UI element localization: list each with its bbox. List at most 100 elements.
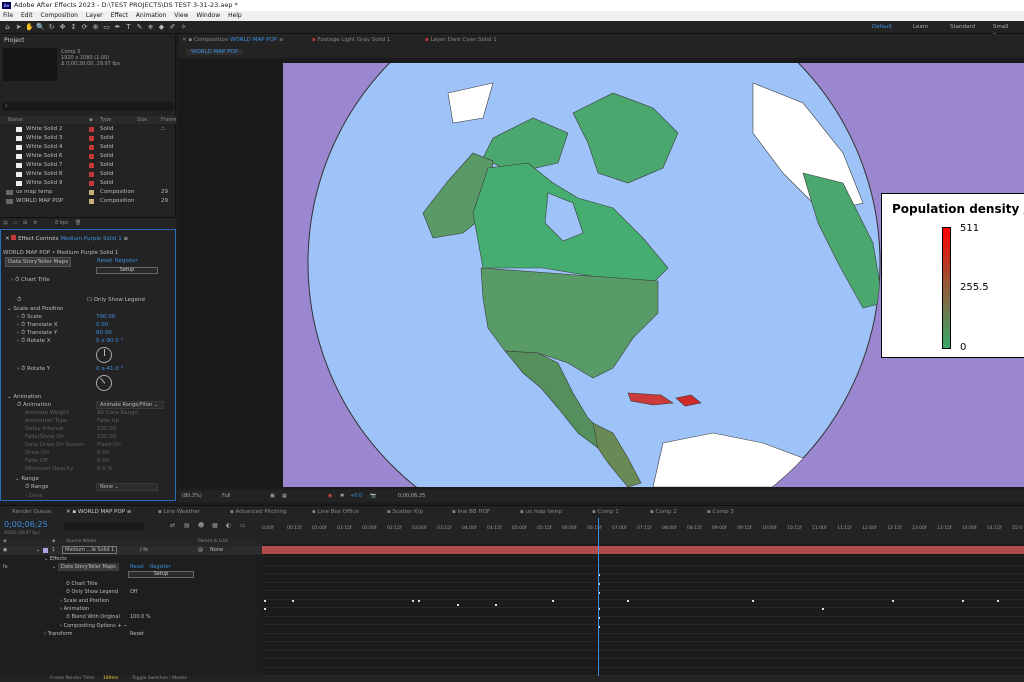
timeline-tracks[interactable] xyxy=(262,544,1024,676)
scale-position-group[interactable]: ⌄ Scale and Position xyxy=(7,305,63,313)
zoom-tool-icon[interactable]: 🔍 xyxy=(36,23,45,32)
column-frame[interactable]: Frame xyxy=(161,116,177,124)
pen-tool-icon[interactable]: ✒ xyxy=(113,23,122,32)
setup-button[interactable]: Setup xyxy=(128,571,194,578)
settings-icon[interactable]: ⚙ xyxy=(33,218,37,229)
effect-controls-tab[interactable]: ✕ Effect Controls Medium Purple Solid 1 … xyxy=(5,235,128,242)
register-link[interactable]: Register xyxy=(115,257,138,265)
column-size[interactable]: Size xyxy=(137,116,147,124)
menu-animation[interactable]: Animation xyxy=(136,12,167,19)
keyframe[interactable] xyxy=(552,600,554,602)
toggle-switches[interactable]: Toggle Switches / Modes xyxy=(132,676,187,682)
new-folder-icon[interactable]: ▭ xyxy=(13,218,18,229)
project-item[interactable]: White Solid 2 Solid ⛬ xyxy=(0,125,170,134)
parent-dropdown[interactable]: None xyxy=(208,546,232,554)
keyframe[interactable] xyxy=(752,600,754,602)
setup-button[interactable]: Setup xyxy=(96,267,158,274)
chart-title-group[interactable]: › ⏱ Chart Title xyxy=(11,276,50,284)
rotate-tool-icon[interactable]: ⟳ xyxy=(80,23,89,32)
stopwatch-icon[interactable]: ⏱ xyxy=(17,296,21,304)
register-link[interactable]: Register xyxy=(150,563,171,571)
zoom-dropdown[interactable]: (80.3%) xyxy=(182,490,202,502)
layer-row[interactable]: ◉ ⌄ 1 Medium ...le Solid 1 / fx @ None xyxy=(0,546,262,555)
interpret-footage-icon[interactable]: ▤ xyxy=(3,218,8,229)
tab-line-bb-hof[interactable]: ▪ line BB HOF xyxy=(452,509,490,515)
range-group[interactable]: ⌄ Range xyxy=(15,475,39,483)
keyframe[interactable] xyxy=(997,600,999,602)
tab-world-map-pop[interactable]: ✕ ▪ WORLD MAP POP ≡ xyxy=(66,509,131,515)
layer-duration-bar[interactable] xyxy=(262,546,1024,554)
current-timecode[interactable]: 0;00;06;25 xyxy=(4,520,48,529)
project-item[interactable]: us map temp Composition 29 xyxy=(0,188,170,197)
pan-behind-tool-icon[interactable]: ⊕ xyxy=(91,23,100,32)
snapshot-icon[interactable]: 📷 xyxy=(370,490,376,502)
project-item[interactable]: White Solid 6 Solid xyxy=(0,152,170,161)
scale-value[interactable]: 700.00 xyxy=(96,313,115,321)
trash-icon[interactable]: 🗑 xyxy=(75,218,81,229)
only-show-legend-checkbox[interactable]: ☐ Only Show Legend xyxy=(87,296,145,304)
rotate-x-dial[interactable] xyxy=(96,347,112,363)
keyframe[interactable] xyxy=(418,600,420,602)
new-comp-icon[interactable]: ⊞ xyxy=(23,218,27,229)
layer-name[interactable]: Medium ...le Solid 1 xyxy=(62,546,118,554)
animation-dropdown[interactable]: Animate Range/Filter ⌄ xyxy=(96,401,164,409)
menu-layer[interactable]: Layer xyxy=(86,12,103,19)
column-parent[interactable]: Parent & Link xyxy=(198,538,228,546)
keyframe[interactable] xyxy=(627,600,629,602)
brush-tool-icon[interactable]: ✎ xyxy=(135,23,144,32)
workspace-default[interactable]: Default xyxy=(872,23,892,32)
home-icon[interactable]: ⌂ xyxy=(3,23,12,32)
effect-name[interactable]: Data StoryTeller Maps xyxy=(58,563,119,571)
rotate-y-value[interactable]: 0 x-41.0 ° xyxy=(96,365,123,373)
project-search-input[interactable]: ⌕ xyxy=(2,102,174,111)
menu-edit[interactable]: Edit xyxy=(21,12,33,19)
viewer-timecode[interactable]: 0;00;06;25 xyxy=(398,490,425,502)
comp-flowchart-tab[interactable]: WORLD MAP POP xyxy=(186,49,244,55)
tab-line-box-office[interactable]: ▪ Line Box Office xyxy=(312,509,359,515)
project-item[interactable]: White Solid 3 Solid xyxy=(0,134,170,143)
rotate-y-dial[interactable] xyxy=(92,371,116,395)
selection-tool-icon[interactable]: ➤ xyxy=(14,23,23,32)
project-item[interactable]: White Solid 8 Solid xyxy=(0,170,170,179)
timeline-search-input[interactable] xyxy=(64,522,144,530)
keyframe[interactable] xyxy=(822,608,824,610)
keyframe[interactable] xyxy=(495,604,497,606)
resolution-dropdown[interactable]: Full xyxy=(222,490,231,502)
menu-icon[interactable]: ≡ xyxy=(123,236,128,242)
comp-mini-flowchart-icon[interactable]: ⇄ xyxy=(170,522,175,529)
tab-comp-1[interactable]: ▪ Comp 1 xyxy=(592,509,619,515)
project-item[interactable]: White Solid 4 Solid xyxy=(0,143,170,152)
graph-editor-icon[interactable]: ▭ xyxy=(240,522,246,529)
project-tab[interactable]: Project xyxy=(4,37,25,44)
tab-comp-2[interactable]: ▪ Comp 2 xyxy=(650,509,677,515)
project-item[interactable]: White Solid 9 Solid xyxy=(0,179,170,188)
roto-brush-tool-icon[interactable]: ✐ xyxy=(168,23,177,32)
range-dropdown[interactable]: None ⌄ xyxy=(96,483,158,491)
menu-window[interactable]: Window xyxy=(196,12,220,19)
viewer-tab-composition[interactable]: ✕ ▪ Composition WORLD MAP POP ≡ xyxy=(182,37,283,43)
parent-pickwhip-icon[interactable]: @ xyxy=(198,546,203,554)
viewer-tab-footage[interactable]: ▪ Footage Light Gray Solid 1 xyxy=(312,37,390,43)
blend-value[interactable]: 100.0 % xyxy=(130,613,170,622)
keyframe[interactable] xyxy=(264,600,266,602)
expand-icon[interactable]: ⌄ xyxy=(52,563,56,571)
tab-render-queue[interactable]: Render Queue xyxy=(12,509,51,515)
project-item[interactable]: WORLD MAP POP Composition 29 xyxy=(0,197,170,206)
hand-tool-icon[interactable]: ✋ xyxy=(25,23,34,32)
bpc-label[interactable]: 8 bpc xyxy=(55,218,69,229)
keyframe[interactable] xyxy=(892,600,894,602)
puppet-tool-icon[interactable]: ✧ xyxy=(179,23,188,32)
color-management-icon[interactable]: ✱ xyxy=(340,490,344,502)
transform-reset[interactable]: Reset xyxy=(130,630,160,639)
menu-composition[interactable]: Composition xyxy=(41,12,78,19)
translate-y-value[interactable]: 80.00 xyxy=(96,329,112,337)
menu-help[interactable]: Help xyxy=(228,12,242,19)
viewer-tab-layer[interactable]: ▪ Layer Dark Cyan Solid 1 xyxy=(425,37,497,43)
keyframe[interactable] xyxy=(457,604,459,606)
tab-advanced-pitching[interactable]: ▪ Advanced Pitching xyxy=(230,509,286,515)
eraser-tool-icon[interactable]: ◆ xyxy=(157,23,166,32)
composition-viewer[interactable]: Population density / km2 511 255.5 0 xyxy=(178,58,1024,488)
type-tool-icon[interactable]: T xyxy=(124,23,133,32)
tab-line-weather[interactable]: ▪ Line Weather xyxy=(158,509,200,515)
workspace-learn[interactable]: Learn xyxy=(913,23,928,32)
